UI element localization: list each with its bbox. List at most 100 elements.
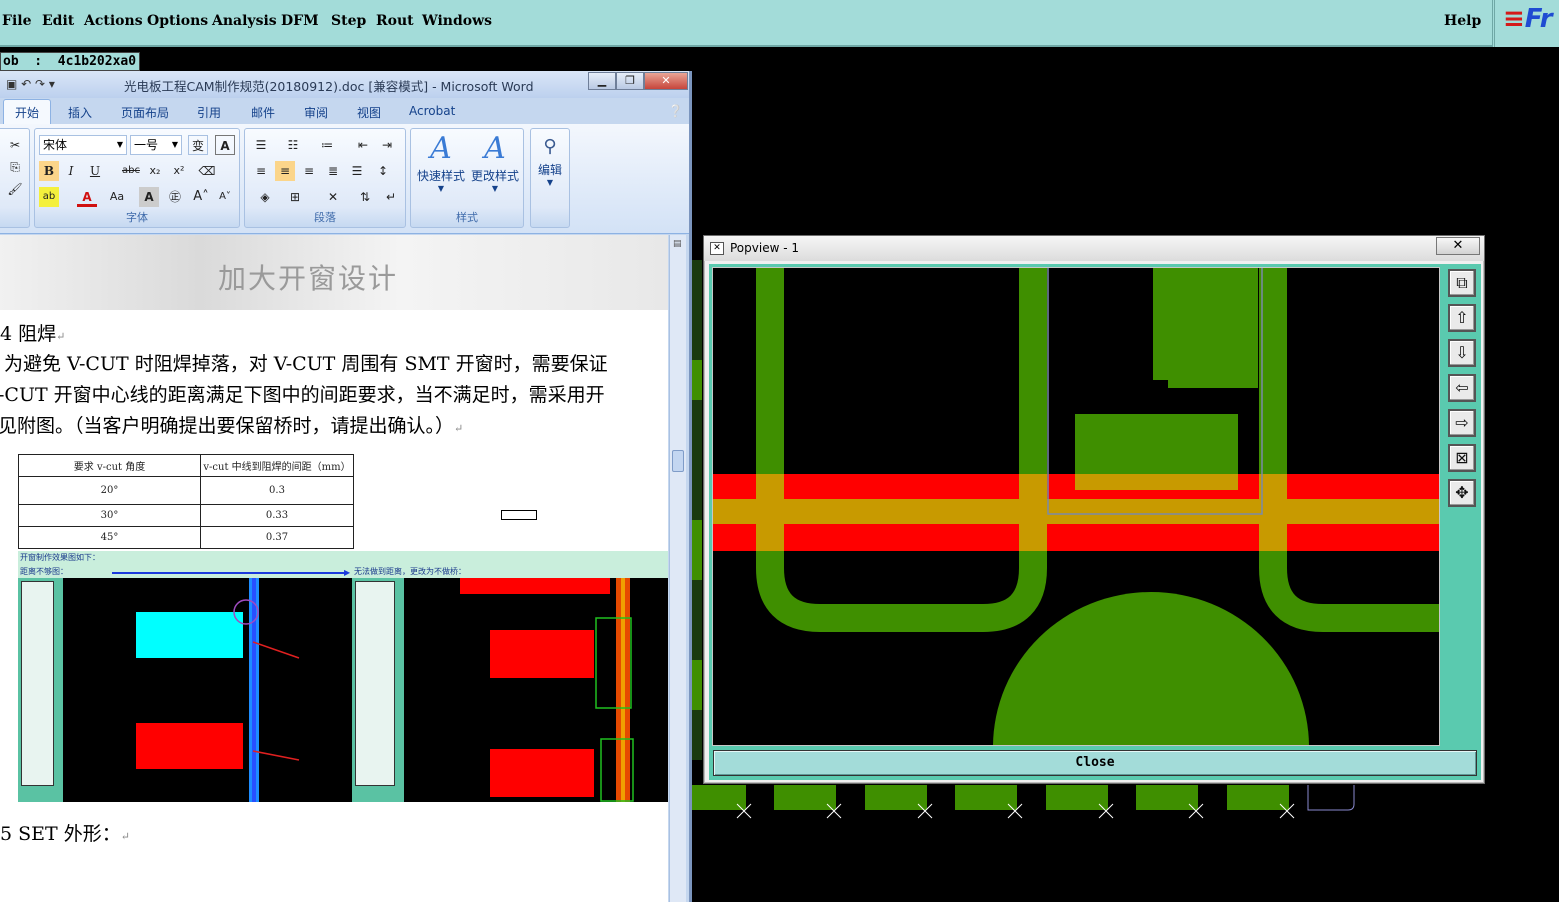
bold-icon[interactable]: B (39, 161, 59, 181)
multilevel-list-icon[interactable]: ≔ (317, 135, 337, 155)
minimize-button[interactable]: ▁ (588, 72, 616, 90)
superscript-icon[interactable]: x² (169, 161, 189, 181)
zoom-fit-icon[interactable]: ✥ (1448, 479, 1476, 507)
popview-close-button[interactable]: Close (713, 750, 1477, 776)
bullets-icon[interactable]: ☰ (251, 135, 271, 155)
font-size-select[interactable]: 一号 ▼ (130, 135, 182, 155)
table-cell: 20° (18, 476, 201, 505)
quick-access-toolbar[interactable]: ▣ ↶ ↷ ▾ (6, 77, 55, 91)
menu-windows[interactable]: Windows (422, 13, 492, 29)
tab-mailings[interactable]: 邮件 (251, 104, 275, 121)
table-header-spacing: v-cut 中线到阻焊的间距（mm） (200, 454, 354, 477)
italic-icon[interactable]: I (61, 161, 81, 181)
align-right-icon[interactable]: ≡ (299, 161, 319, 181)
show-marks-icon[interactable]: ↵ (381, 187, 401, 207)
subscript-icon[interactable]: x₂ (145, 161, 165, 181)
job-label: ob : 4c1b202xa0 (0, 52, 140, 71)
pan-down-icon[interactable]: ⇩ (1448, 339, 1476, 367)
line-spacing-icon[interactable]: ↕ (373, 161, 393, 181)
group-clipboard: ✂ ⎘ 🖌 (0, 128, 30, 228)
shrink-font-icon[interactable]: A˅ (215, 187, 235, 207)
table-cell: 0.37 (200, 526, 354, 549)
zoom-out-icon[interactable]: ⊠ (1448, 444, 1476, 472)
change-case-icon[interactable]: Aa (107, 187, 127, 207)
pan-up-icon[interactable]: ⇧ (1448, 304, 1476, 332)
vcut-spacing-table: 要求 v-cut 角度 v-cut 中线到阻焊的间距（mm） 20° 0.3 30… (18, 454, 354, 549)
quick-styles-button[interactable]: A 快速样式 ▼ (413, 131, 469, 193)
underline-icon[interactable]: U (85, 161, 105, 181)
change-styles-icon: A (484, 131, 506, 166)
distributed-icon[interactable]: ☰ (347, 161, 367, 181)
tab-home[interactable]: 开始 (3, 99, 52, 124)
tab-references[interactable]: 引用 (197, 104, 221, 121)
popview-window: ✕ Popview - 1 ✕ ⧉ ⇧ ⇩ ⇦ ⇨ ⊠ ✥ Close (703, 235, 1485, 784)
tab-acrobat[interactable]: Acrobat (409, 104, 455, 118)
menu-step[interactable]: Step (331, 13, 366, 29)
edit-button[interactable]: ⚲ 编辑 ▼ (531, 133, 569, 187)
table-header-angle: 要求 v-cut 角度 (18, 454, 201, 477)
menu-help[interactable]: Help (1444, 13, 1481, 29)
font-color-icon[interactable]: A (77, 187, 97, 207)
popview-close-x[interactable]: ✕ (1436, 237, 1480, 255)
zoom-window-icon[interactable]: ⧉ (1448, 269, 1476, 297)
align-center-icon[interactable]: ≡ (275, 161, 295, 181)
menu-dfm[interactable]: DFM (281, 13, 319, 29)
tab-insert[interactable]: 插入 (68, 104, 92, 121)
sort-icon[interactable]: ⇅ (355, 187, 375, 207)
decrease-indent-icon[interactable]: ⇤ (353, 135, 373, 155)
format-painter-icon[interactable]: 🖌 (5, 179, 25, 199)
char-shading-icon[interactable]: A (139, 187, 159, 207)
align-left-icon[interactable]: ≡ (251, 161, 271, 181)
borders-icon[interactable]: ⊞ (285, 187, 305, 207)
tab-page-layout[interactable]: 页面布局 (121, 104, 169, 121)
increase-indent-icon[interactable]: ⇥ (377, 135, 397, 155)
menu-actions[interactable]: Actions (84, 13, 143, 29)
highlight-icon[interactable]: ab (39, 187, 59, 207)
document-page[interactable]: 加大开窗设计 4 阻焊↵ 为避免 V-CUT 时阻焊掉落，对 V-CUT 周围有… (0, 235, 668, 902)
chinese-layout-icon[interactable]: ✕ (323, 187, 343, 207)
close-button[interactable]: ✕ (644, 72, 688, 90)
help-icon[interactable]: ❔ (668, 104, 683, 118)
binoculars-icon: ⚲ (543, 136, 557, 157)
table-cell: 45° (18, 526, 201, 549)
drawing-rectangle[interactable] (501, 510, 537, 520)
group-paragraph: ☰ ☷ ≔ ⇤ ⇥ ≡ ≡ ≡ ≣ ☰ ↕ ◈ ⊞ ✕ ⇅ ↵ 段落 (244, 128, 406, 228)
menu-analysis[interactable]: Analysis (212, 13, 277, 29)
cut-icon[interactable]: ✂ (5, 135, 25, 155)
mini-canvas-left (136, 578, 300, 802)
scroll-thumb[interactable] (672, 450, 684, 472)
word-titlebar: ▣ ↶ ↷ ▾ 光电板工程CAM制作规范(20180912).doc [兼容模式… (0, 71, 689, 98)
popview-graphic-canvas[interactable] (712, 267, 1440, 746)
clear-format-icon[interactable]: ⌫ (197, 161, 217, 181)
ribbon-tabs: 开始 插入 页面布局 引用 邮件 审阅 视图 Acrobat ❔ (0, 98, 689, 124)
change-styles-button[interactable]: A 更改样式 ▼ (467, 131, 523, 193)
vertical-scrollbar[interactable]: ▤ (669, 235, 686, 902)
shading-icon[interactable]: ◈ (255, 187, 275, 207)
phonetic-guide-icon[interactable]: 变 (188, 135, 208, 155)
mini-canvas-right (460, 578, 634, 802)
logo-text: ≡Fr (1503, 4, 1553, 34)
popview-body: ⧉ ⇧ ⇩ ⇦ ⇨ ⊠ ✥ Close (709, 264, 1481, 780)
mini-layer-panel-left (18, 578, 63, 802)
menu-rout[interactable]: Rout (376, 13, 414, 29)
menu-file[interactable]: File (2, 13, 31, 29)
enclose-char-icon[interactable]: ㊣ (165, 187, 185, 207)
popview-toolbar: ⧉ ⇧ ⇩ ⇦ ⇨ ⊠ ✥ (1446, 267, 1478, 746)
tab-review[interactable]: 审阅 (304, 104, 328, 121)
strikethrough-icon[interactable]: abc (121, 161, 141, 181)
char-border-icon[interactable]: A (215, 135, 235, 155)
menu-edit[interactable]: Edit (42, 13, 74, 29)
font-name-select[interactable]: 宋体 ▼ (39, 135, 127, 155)
table-cell: 30° (18, 504, 201, 527)
maximize-button[interactable]: ❐ (616, 72, 644, 90)
numbering-icon[interactable]: ☷ (283, 135, 303, 155)
tab-view[interactable]: 视图 (357, 104, 381, 121)
heading-4: 4 阻焊↵ (0, 323, 66, 345)
cam-logo: ≡Fr (1492, 0, 1559, 47)
grow-font-icon[interactable]: A˄ (191, 187, 211, 207)
justify-icon[interactable]: ≣ (323, 161, 343, 181)
copy-icon[interactable]: ⎘ (5, 157, 25, 177)
pan-left-icon[interactable]: ⇦ (1448, 374, 1476, 402)
pan-right-icon[interactable]: ⇨ (1448, 409, 1476, 437)
menu-options[interactable]: Options (147, 13, 208, 29)
